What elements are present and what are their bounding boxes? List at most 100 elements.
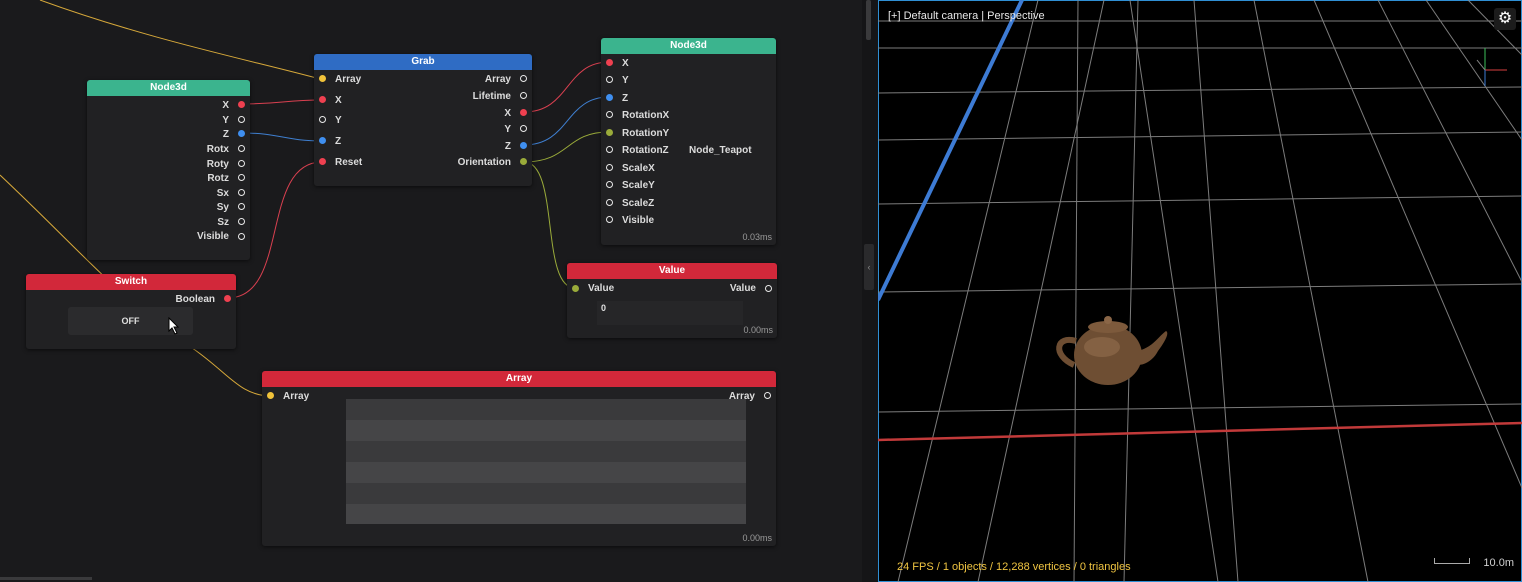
grab-node[interactable]: Grab Array X Y Z Reset Array Lifetime X … bbox=[314, 54, 532, 186]
node3d-left-title[interactable]: Node3d bbox=[87, 80, 250, 96]
3d-viewport[interactable]: [+] Default camera | Perspective ⚙ 24 FP… bbox=[878, 0, 1522, 582]
output-label-rotz: Rotz bbox=[207, 173, 229, 184]
output-port-rotx[interactable] bbox=[238, 145, 245, 152]
output-label-roty: Roty bbox=[206, 159, 229, 170]
output-label-sy: Sy bbox=[216, 202, 229, 213]
mouse-cursor-icon bbox=[168, 317, 180, 335]
node-graph-canvas[interactable]: Node3d X Y Z Rotx Roty Rotz Sx Sy Sz Vis… bbox=[0, 0, 862, 582]
input-port-reset[interactable] bbox=[319, 158, 326, 165]
output-port-x[interactable] bbox=[520, 109, 527, 116]
output-label-x: X bbox=[504, 108, 511, 119]
input-port-rotationz[interactable] bbox=[606, 146, 613, 153]
output-label-x: X bbox=[222, 100, 229, 111]
output-label-boolean: Boolean bbox=[175, 294, 215, 305]
output-port-lifetime[interactable] bbox=[520, 92, 527, 99]
input-port-scaley[interactable] bbox=[606, 181, 613, 188]
output-label-z: Z bbox=[504, 141, 511, 152]
input-port-scalez[interactable] bbox=[606, 199, 613, 206]
camera-label[interactable]: [+] Default camera | Perspective bbox=[888, 10, 1045, 22]
grab-title[interactable]: Grab bbox=[314, 54, 532, 70]
switch-node[interactable]: Switch Boolean OFF bbox=[26, 274, 236, 349]
chevron-left-icon: ‹ bbox=[867, 262, 871, 272]
input-port-rotationy[interactable] bbox=[606, 129, 613, 136]
wire-orient-roty bbox=[523, 131, 610, 163]
output-label-sx: Sx bbox=[216, 188, 229, 199]
output-port-array[interactable] bbox=[520, 75, 527, 82]
input-port-array[interactable] bbox=[267, 392, 274, 399]
input-port-z[interactable] bbox=[606, 94, 613, 101]
output-port-sy[interactable] bbox=[238, 203, 245, 210]
splitter-scroll-thumb[interactable] bbox=[866, 0, 871, 40]
output-port-rotz[interactable] bbox=[238, 174, 245, 181]
array-contents-list[interactable] bbox=[346, 399, 746, 524]
input-port-visible[interactable] bbox=[606, 216, 613, 223]
input-label-z: Z bbox=[335, 136, 342, 147]
input-label-rotationx: RotationX bbox=[622, 110, 670, 121]
x-axis-line bbox=[878, 421, 1522, 442]
output-port-z[interactable] bbox=[238, 130, 245, 137]
input-label-rotationy: RotationY bbox=[622, 128, 670, 139]
input-label-value: Value bbox=[588, 283, 615, 294]
input-label-x: X bbox=[335, 95, 342, 106]
timing-label: 0.03ms bbox=[742, 232, 772, 242]
input-label-y: Y bbox=[622, 75, 629, 86]
input-port-y[interactable] bbox=[319, 116, 326, 123]
input-port-rotationx[interactable] bbox=[606, 111, 613, 118]
output-port-x[interactable] bbox=[238, 101, 245, 108]
output-label-z: Z bbox=[222, 129, 229, 140]
output-port-sz[interactable] bbox=[238, 218, 245, 225]
node3d-right-node[interactable]: Node3d X Y Z RotationX RotationY Rotatio… bbox=[601, 38, 776, 245]
output-label-lifetime: Lifetime bbox=[472, 91, 511, 102]
output-label-rotx: Rotx bbox=[206, 144, 229, 155]
array-node[interactable]: Array Array Array 0.00ms bbox=[262, 371, 776, 546]
output-port-sx[interactable] bbox=[238, 189, 245, 196]
panel-splitter[interactable] bbox=[862, 0, 878, 582]
wire-grab-x bbox=[523, 61, 610, 113]
output-label-y: Y bbox=[504, 124, 511, 135]
output-port-roty[interactable] bbox=[238, 160, 245, 167]
list-item bbox=[346, 504, 746, 524]
output-port-array[interactable] bbox=[764, 392, 771, 399]
input-label-z: Z bbox=[622, 93, 629, 104]
input-label-rotationz: RotationZ bbox=[622, 145, 669, 156]
input-port-scalex[interactable] bbox=[606, 164, 613, 171]
timing-label: 0.00ms bbox=[743, 325, 773, 335]
output-port-value[interactable] bbox=[765, 285, 772, 292]
output-label-value: Value bbox=[729, 283, 756, 294]
value-node[interactable]: Value Value Value 0 0.00ms bbox=[567, 263, 777, 338]
input-label-visible: Visible bbox=[622, 215, 655, 226]
node3d-right-title[interactable]: Node3d bbox=[601, 38, 776, 54]
output-port-y[interactable] bbox=[520, 125, 527, 132]
output-label-y: Y bbox=[222, 115, 229, 126]
output-port-y[interactable] bbox=[238, 116, 245, 123]
output-port-boolean[interactable] bbox=[224, 295, 231, 302]
input-port-x[interactable] bbox=[606, 59, 613, 66]
gear-icon[interactable]: ⚙ bbox=[1494, 8, 1516, 30]
output-label-visible: Visible bbox=[196, 231, 229, 242]
collapse-panel-handle[interactable]: ‹ bbox=[864, 244, 874, 290]
output-port-z[interactable] bbox=[520, 142, 527, 149]
input-port-value[interactable] bbox=[572, 285, 579, 292]
input-label-scalex: ScaleX bbox=[622, 163, 655, 174]
value-field[interactable]: 0 bbox=[597, 301, 743, 325]
input-port-z[interactable] bbox=[319, 137, 326, 144]
output-port-visible[interactable] bbox=[238, 233, 245, 240]
output-label-sz: Sz bbox=[217, 217, 229, 228]
wire-x bbox=[241, 99, 323, 105]
input-label-array: Array bbox=[283, 391, 310, 402]
value-title[interactable]: Value bbox=[567, 263, 777, 279]
wire-array-to-grab bbox=[39, 0, 321, 80]
input-label-y: Y bbox=[335, 115, 342, 126]
array-title[interactable]: Array bbox=[262, 371, 776, 387]
input-port-y[interactable] bbox=[606, 76, 613, 83]
scale-label: 10.0m bbox=[1483, 557, 1514, 569]
output-port-orientation[interactable] bbox=[520, 158, 527, 165]
switch-title[interactable]: Switch bbox=[26, 274, 236, 290]
input-port-x[interactable] bbox=[319, 96, 326, 103]
wire-grab-z bbox=[523, 96, 610, 146]
input-port-array[interactable] bbox=[319, 75, 326, 82]
node3d-left-node[interactable]: Node3d X Y Z Rotx Roty Rotz Sx Sy Sz Vis… bbox=[87, 80, 250, 260]
z-axis-line bbox=[878, 0, 1024, 301]
wire-z bbox=[241, 132, 323, 142]
timing-label: 0.00ms bbox=[742, 533, 772, 543]
